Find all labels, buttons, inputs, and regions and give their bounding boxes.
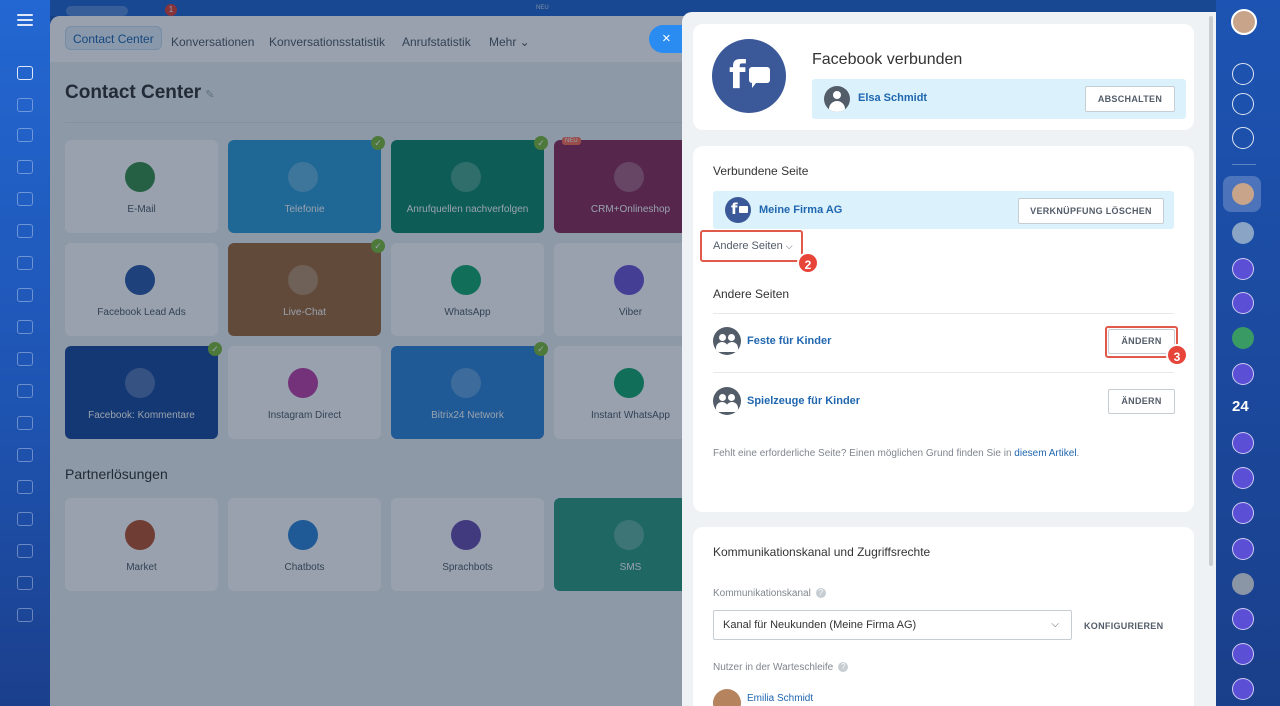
bitrix24-icon[interactable]: 24 [1232,398,1249,415]
step-badge-3: 3 [1166,344,1188,366]
other-pages-title: Andere Seiten [713,287,790,301]
tasks-icon[interactable] [17,128,33,142]
divider [713,372,1174,373]
queue-user-avatar [713,689,741,706]
step-badge-2: 2 [797,252,819,274]
channel-card: Kommunikationskanal und Zugriffsrechte K… [693,527,1194,706]
chevron-down-icon: ⌵ [1051,619,1059,630]
chat-avatar[interactable] [1232,573,1254,595]
group-icon [713,327,741,355]
search-chat-icon[interactable] [1232,127,1254,149]
bell-icon[interactable] [1232,63,1254,85]
connected-user-name[interactable]: Elsa Schmidt [858,92,927,104]
help-icon[interactable]: ? [815,588,826,599]
highlight-box-other-pages [700,230,803,262]
profile-avatar[interactable] [1231,9,1257,35]
chat-icon[interactable] [1232,538,1254,560]
channel-section-title: Kommunikationskanal und Zugriffsrechte [713,545,931,559]
automation-icon[interactable] [17,416,33,430]
channel-select[interactable]: Kanal für Neukunden (Meine Firma AG) ⌵ [713,610,1072,640]
divider [713,313,1174,314]
analytics-icon[interactable] [17,352,33,366]
pages-card: Verbundene Seite f Meine Firma AG VERKNÜ… [693,146,1194,512]
documents-icon[interactable] [17,192,33,206]
groups-icon[interactable] [17,544,33,558]
calendar-icon[interactable] [17,288,33,302]
connected-page-bar: f Meine Firma AG VERKNÜPFUNG LÖSCHEN [713,191,1174,229]
queue-user-name[interactable]: Emilia Schmidt [747,693,813,704]
chat-avatar[interactable] [1232,183,1254,205]
group-icon [713,387,741,415]
chat-icon[interactable] [1232,432,1254,454]
feed-icon[interactable] [17,98,33,112]
channel-label: Kommunikationskanal? [713,588,826,599]
drive-icon[interactable] [17,224,33,238]
chat-icon[interactable] [1232,608,1254,630]
left-sidebar [0,0,50,706]
menu-icon[interactable] [17,14,33,26]
chat-avatar[interactable] [1232,222,1254,244]
panel-scrollbar[interactable] [1209,16,1213,566]
connection-title: Facebook verbunden [812,51,963,68]
chat-icon[interactable] [1232,258,1254,280]
change-page-button[interactable]: ÄNDERN [1108,389,1175,414]
inventory-icon[interactable] [17,480,33,494]
queue-label: Nutzer in der Warteschleife? [713,662,849,673]
facebook-messenger-icon: f [712,39,786,113]
lock-icon[interactable] [1232,327,1254,349]
divider [1232,164,1256,165]
connected-user-bar: Elsa Schmidt ABSCHALTEN [812,79,1186,119]
home-icon[interactable] [17,66,33,80]
checklist-icon[interactable] [17,320,33,334]
user-avatar-icon [824,86,850,112]
connection-card: f Facebook verbunden Elsa Schmidt ABSCHA… [693,24,1194,130]
settings-icon[interactable] [17,576,33,590]
disconnect-button[interactable]: ABSCHALTEN [1085,86,1175,112]
facebook-settings-panel: f Facebook verbunden Elsa Schmidt ABSCHA… [682,12,1216,706]
contacts-icon[interactable] [17,160,33,174]
other-page-name[interactable]: Feste für Kinder [747,335,831,347]
delete-link-button[interactable]: VERKNÜPFUNG LÖSCHEN [1018,198,1164,224]
chat-icon[interactable] [1232,643,1254,665]
facebook-icon: f [725,197,751,223]
help-icon[interactable] [17,608,33,622]
mail-icon[interactable] [17,512,33,526]
help-icon[interactable]: ? [838,662,849,673]
chat-icon[interactable] [1232,502,1254,524]
sites-icon[interactable] [17,256,33,270]
chat-icon[interactable] [1232,467,1254,489]
other-page-name[interactable]: Spielzeuge für Kinder [747,395,860,407]
connected-page-name[interactable]: Meine Firma AG [759,204,842,216]
connected-page-title: Verbundene Seite [713,164,809,178]
sign-icon[interactable] [17,448,33,462]
chat-icon[interactable] [1232,292,1254,314]
configure-button[interactable]: KONFIGURIEREN [1084,621,1163,631]
chat-icon[interactable] [1232,363,1254,385]
right-sidebar: 24 [1216,0,1280,706]
missing-page-hint: Fehlt eine erforderliche Seite? Einen mö… [713,448,1080,459]
copilot-icon[interactable] [1232,93,1254,115]
shop-icon[interactable] [17,384,33,398]
article-link[interactable]: diesem Artikel [1014,448,1076,459]
chat-icon[interactable] [1232,678,1254,700]
